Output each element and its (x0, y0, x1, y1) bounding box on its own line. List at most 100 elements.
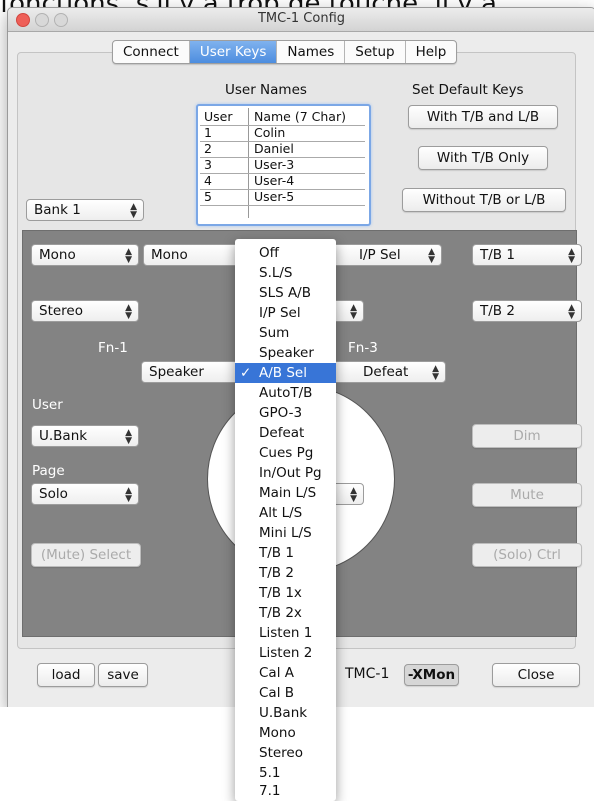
menu-item[interactable]: In/Out Pg (235, 463, 336, 483)
key-select-value: Defeat (363, 364, 409, 380)
page-label: Page (32, 463, 65, 479)
key-select-value: Mono (151, 247, 188, 263)
table-row[interactable]: 1 Colin (198, 126, 369, 140)
tb2-select[interactable]: T/B 2 ▲ ▼ (472, 300, 582, 322)
menu-item[interactable]: Defeat (235, 423, 336, 443)
key-select-value: T/B 1 (480, 247, 515, 263)
key-select-value: T/B 2 (480, 303, 515, 319)
mute-select-button[interactable]: (Mute) Select (31, 543, 141, 567)
menu-item[interactable]: Main L/S (235, 483, 336, 503)
user-name[interactable]: Colin (254, 126, 285, 140)
default-keys-title: Set Default Keys (412, 82, 524, 98)
menu-item[interactable]: Alt L/S (235, 503, 336, 523)
tab-connect[interactable]: Connect (113, 41, 190, 63)
user-number: 3 (204, 157, 212, 172)
solo-ctrl-button[interactable]: (Solo) Ctrl (472, 543, 582, 567)
key-select-4[interactable]: T/B 1 ▲ ▼ (472, 244, 582, 266)
window-title: TMC-1 Config (257, 11, 346, 26)
bank-select-value: Bank 1 (34, 202, 81, 218)
menu-item[interactable]: T/B 1 (235, 543, 336, 563)
user-number: 2 (204, 141, 212, 156)
user-select[interactable]: U.Bank ▲ ▼ (31, 425, 139, 447)
menu-item[interactable]: 5.1 (235, 763, 336, 783)
tab-user-keys[interactable]: User Keys (189, 41, 278, 63)
key-select-value: Speaker (149, 364, 204, 380)
with-tb-only-button[interactable]: With T/B Only (418, 146, 548, 170)
tab-bar: Connect User Keys Names Setup Help (112, 40, 458, 64)
menu-item[interactable]: Listen 1 (235, 623, 336, 643)
mute-button[interactable]: Mute (472, 483, 582, 507)
close-button[interactable]: Close (492, 663, 580, 687)
with-tb-and-lb-button[interactable]: With T/B and L/B (408, 105, 558, 129)
tab-help[interactable]: Help (406, 41, 457, 63)
title-bar: TMC-1 Config (8, 8, 594, 32)
menu-item[interactable]: Cal B (235, 683, 336, 703)
key-select-1[interactable]: Mono ▲ ▼ (31, 244, 139, 266)
updown-arrows-icon: ▲ ▼ (432, 364, 439, 382)
updown-arrows-icon: ▲ ▼ (568, 247, 575, 265)
key-select-value: I/P Sel (359, 247, 401, 263)
updown-arrows-icon: ▲ ▼ (568, 303, 575, 321)
user-names-title: User Names (225, 82, 307, 98)
table-row[interactable]: 5 User-5 (198, 190, 369, 204)
menu-item[interactable]: T/B 1x (235, 583, 336, 603)
updown-arrows-icon: ▲ ▼ (125, 303, 132, 321)
key-select-value: Mono (39, 247, 76, 263)
updown-arrows-icon: ▲ ▼ (125, 247, 132, 265)
menu-item[interactable]: I/P Sel (235, 303, 336, 323)
without-tb-or-lb-button[interactable]: Without T/B or L/B (402, 188, 566, 212)
menu-item-selected[interactable]: ✓ A/B Sel (235, 363, 336, 383)
menu-item-label: A/B Sel (259, 365, 307, 381)
menu-item[interactable]: AutoT/B (235, 383, 336, 403)
key-select-value: U.Bank (39, 428, 88, 444)
user-number: 5 (204, 189, 212, 204)
menu-item[interactable]: SLS A/B (235, 283, 336, 303)
save-button[interactable]: save (98, 663, 148, 687)
menu-item[interactable]: T/B 2 (235, 563, 336, 583)
user-names-table[interactable]: User Name (7 Char) 1 Colin 2 Daniel 3 Us… (196, 104, 371, 226)
menu-item[interactable]: 7.1 (235, 781, 336, 801)
menu-item[interactable]: U.Bank (235, 703, 336, 723)
page-select[interactable]: Solo ▲ ▼ (31, 483, 139, 505)
updown-arrows-icon: ▲ ▼ (130, 202, 137, 220)
fn1-select[interactable]: Speaker (141, 361, 241, 383)
menu-item[interactable]: GPO-3 (235, 403, 336, 423)
menu-item[interactable]: Stereo (235, 743, 336, 763)
updown-arrows-icon: ▲ ▼ (428, 247, 435, 265)
key-select-3[interactable]: I/P Sel ▲ ▼ (330, 244, 442, 266)
user-label: User (32, 397, 63, 413)
col-user-header: User (204, 109, 233, 124)
user-name[interactable]: User-5 (254, 190, 294, 204)
user-name[interactable]: Daniel (254, 142, 294, 156)
menu-item[interactable]: Cal A (235, 663, 336, 683)
menu-item[interactable]: Mono (235, 723, 336, 743)
tmc1-label: TMC-1 (345, 666, 390, 682)
menu-item[interactable]: Sum (235, 323, 336, 343)
menu-item[interactable]: Mini L/S (235, 523, 336, 543)
xmon-button[interactable]: -XMon (404, 664, 459, 686)
stereo-select[interactable]: Stereo ▲ ▼ (31, 300, 139, 322)
menu-item[interactable]: S.L/S (235, 263, 336, 283)
user-name[interactable]: User-4 (254, 174, 294, 188)
menu-item[interactable]: T/B 2x (235, 603, 336, 623)
fn1-label: Fn-1 (98, 340, 128, 356)
fn3-select[interactable]: Defeat ▲ ▼ (330, 361, 446, 383)
table-row[interactable]: 2 Daniel (198, 142, 369, 156)
table-row[interactable]: 3 User-3 (198, 158, 369, 172)
user-name[interactable]: User-3 (254, 158, 294, 172)
menu-item[interactable]: Off (235, 243, 336, 263)
bank-select[interactable]: Bank 1 ▲ ▼ (26, 199, 144, 221)
updown-arrows-icon: ▲ ▼ (125, 486, 132, 504)
menu-item[interactable]: Listen 2 (235, 643, 336, 663)
user-number: 4 (204, 173, 212, 188)
load-button[interactable]: load (37, 663, 95, 687)
tab-setup[interactable]: Setup (345, 41, 406, 63)
dim-button[interactable]: Dim (472, 424, 582, 448)
table-header: User Name (7 Char) (198, 110, 369, 124)
tab-names[interactable]: Names (277, 41, 346, 63)
fn3-label: Fn-3 (348, 340, 378, 356)
table-row[interactable]: 4 User-4 (198, 174, 369, 188)
menu-item[interactable]: Cues Pg (235, 443, 336, 463)
fn-dropdown-menu[interactable]: Off S.L/S SLS A/B I/P Sel Sum Speaker ✓ A… (235, 239, 336, 801)
menu-item[interactable]: Speaker (235, 343, 336, 363)
